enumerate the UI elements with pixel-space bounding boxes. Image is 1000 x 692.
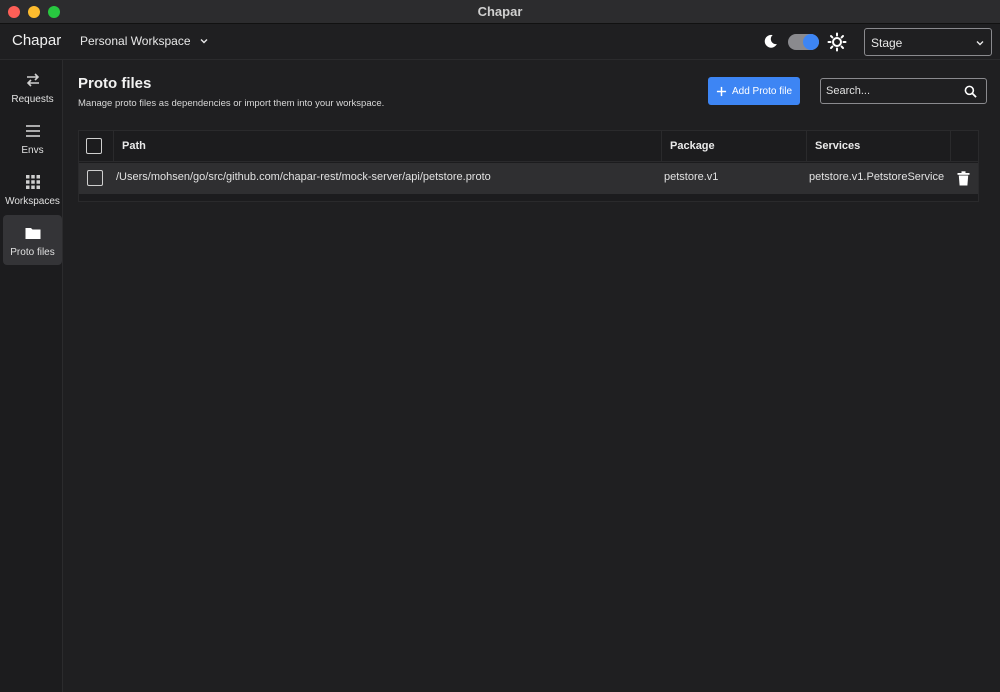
- delete-icon[interactable]: [957, 171, 970, 186]
- page-subtitle: Manage proto files as dependencies or im…: [78, 98, 385, 109]
- window-title: Chapar: [477, 4, 523, 19]
- environment-selector[interactable]: Stage: [864, 28, 992, 56]
- sidebar-item-workspaces[interactable]: Workspaces: [3, 164, 62, 214]
- sidebar-item-proto-files[interactable]: Proto files: [3, 215, 62, 265]
- moon-icon: [764, 34, 777, 48]
- search-input[interactable]: [826, 83, 956, 99]
- page-title: Proto files: [78, 75, 152, 92]
- sun-icon: [827, 32, 847, 52]
- sidebar: Requests Envs Workspaces Proto files: [0, 60, 63, 692]
- table-row[interactable]: /Users/mohsen/go/src/github.com/chapar-r…: [79, 163, 978, 194]
- add-proto-file-button[interactable]: Add Proto file: [708, 77, 800, 105]
- sidebar-item-label: Requests: [11, 94, 54, 105]
- list-lines-icon: [25, 125, 40, 137]
- header-checkbox-cell: [79, 131, 114, 162]
- select-all-checkbox[interactable]: [86, 138, 102, 154]
- main-content: Proto files Manage proto files as depend…: [63, 60, 1000, 692]
- add-proto-file-label: Add Proto file: [731, 85, 793, 97]
- workspace-selector[interactable]: Personal Workspace: [80, 34, 209, 48]
- sidebar-item-label: Workspaces: [5, 196, 60, 207]
- swap-arrows-icon: [26, 73, 39, 87]
- grid-icon: [25, 175, 40, 189]
- chevron-down-icon: [200, 39, 207, 44]
- workspace-name: Personal Workspace: [80, 34, 191, 48]
- row-package: petstore.v1: [664, 171, 719, 183]
- app-header: Chapar Personal Workspace Stage: [0, 24, 1000, 60]
- chevron-down-icon: [976, 41, 984, 46]
- sidebar-item-label: Proto files: [10, 247, 55, 258]
- proto-files-table: Path Package Services /Users/mohsen/go/s…: [78, 130, 979, 202]
- row-checkbox[interactable]: [87, 170, 103, 186]
- column-header-package[interactable]: Package: [662, 131, 807, 162]
- maximize-window-button[interactable]: [48, 6, 60, 18]
- folder-icon: [25, 228, 40, 239]
- column-header-services[interactable]: Services: [807, 131, 951, 162]
- environment-name: Stage: [871, 36, 903, 50]
- sidebar-item-requests[interactable]: Requests: [3, 62, 62, 112]
- app-name: Chapar: [12, 32, 62, 49]
- minimize-window-button[interactable]: [28, 6, 40, 18]
- sidebar-item-envs[interactable]: Envs: [3, 113, 62, 163]
- row-services: petstore.v1.PetstoreService: [809, 171, 945, 183]
- sidebar-item-label: Envs: [21, 145, 44, 156]
- plus-icon: [716, 86, 727, 96]
- window-controls: [8, 6, 60, 18]
- column-header-path[interactable]: Path: [114, 131, 662, 162]
- close-window-button[interactable]: [8, 6, 20, 18]
- search-box: [820, 78, 987, 104]
- row-path: /Users/mohsen/go/src/github.com/chapar-r…: [116, 171, 491, 183]
- theme-toggle[interactable]: [788, 34, 819, 50]
- table-header: Path Package Services: [79, 131, 978, 162]
- toggle-knob: [803, 34, 819, 50]
- window-titlebar: Chapar: [0, 0, 1000, 24]
- search-icon[interactable]: [964, 85, 977, 98]
